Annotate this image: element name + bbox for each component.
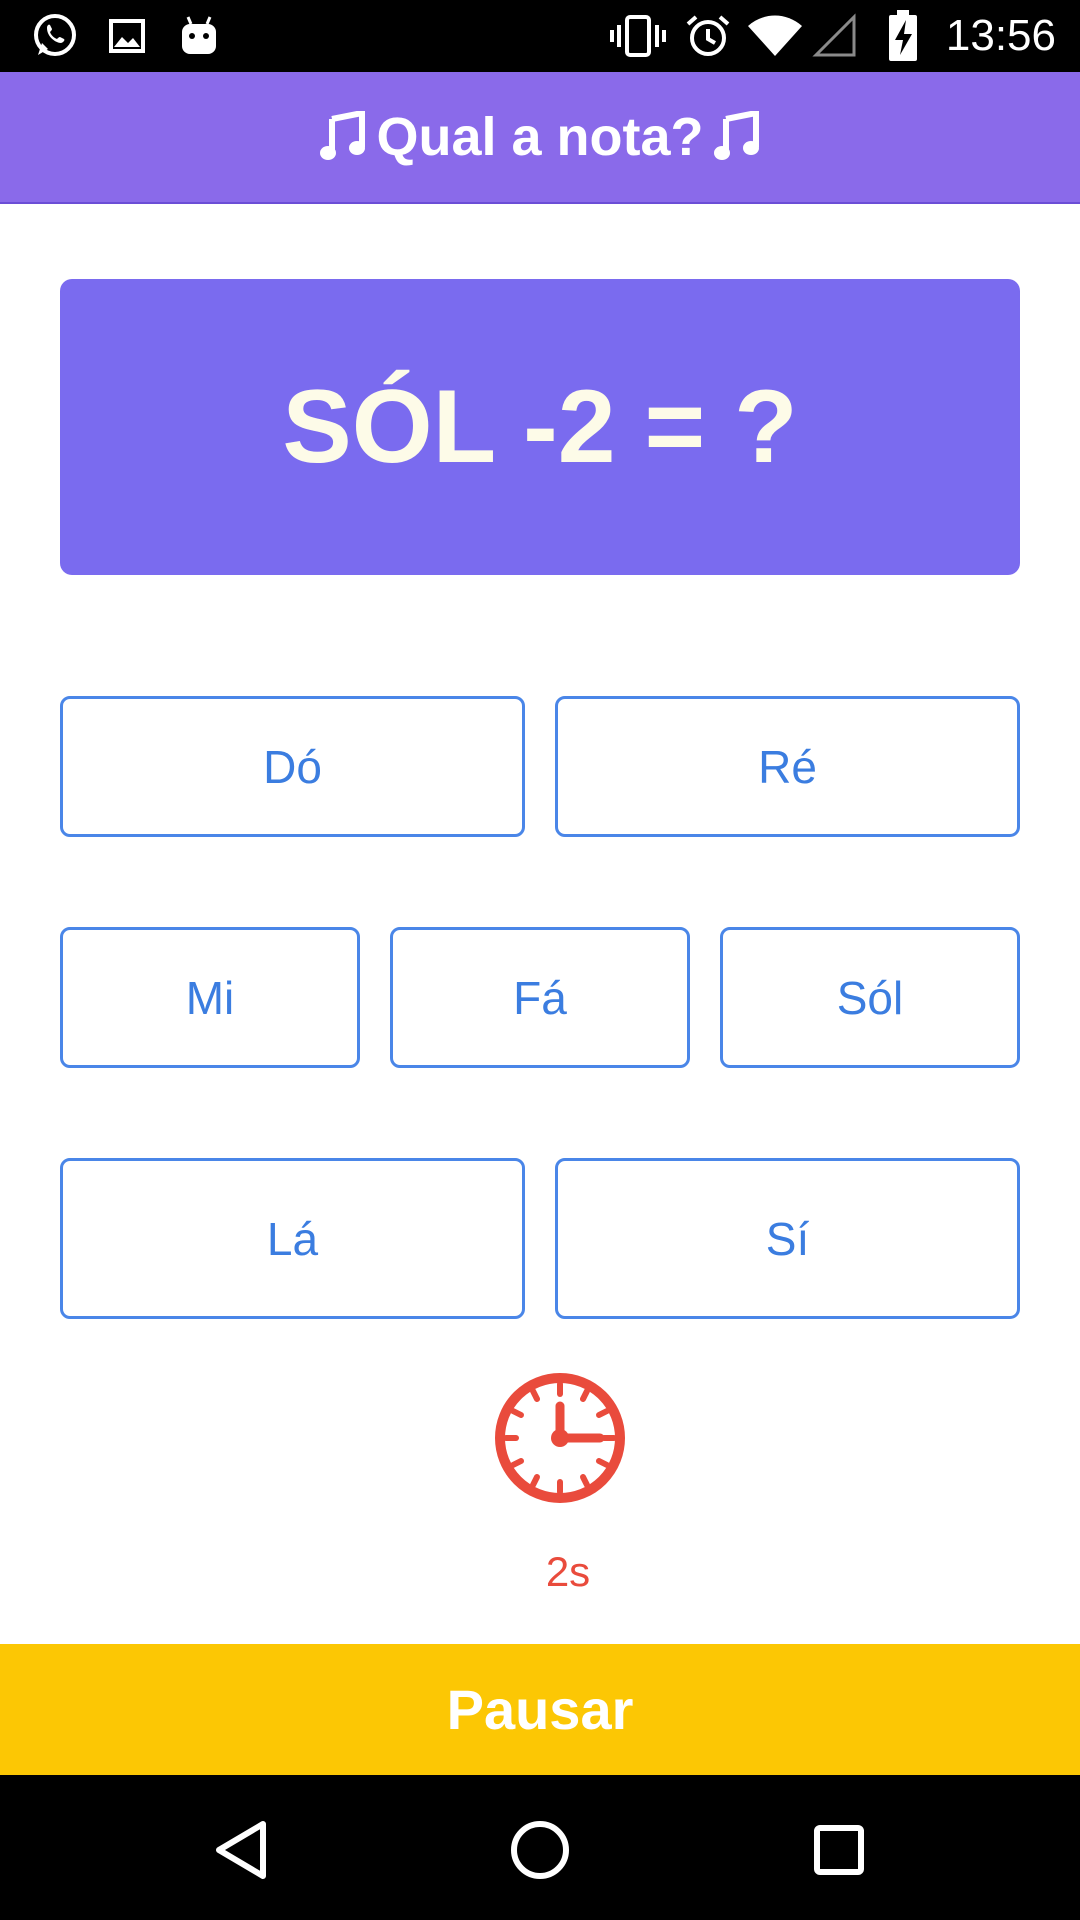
answer-button-mi[interactable]: Mi: [60, 927, 360, 1068]
pause-button[interactable]: Pausar: [0, 1644, 1080, 1775]
signal-icon: [812, 10, 858, 62]
status-time: 13:56: [945, 11, 1056, 60]
whatsapp-icon: [28, 10, 82, 62]
music-note-icon: [320, 111, 366, 163]
home-icon[interactable]: [495, 1805, 585, 1895]
timer-value: 2s: [545, 1548, 591, 1595]
answer-button-do[interactable]: Dó: [60, 696, 525, 837]
music-note-icon: [713, 111, 760, 163]
app-bar: Qual a nota?: [0, 72, 1080, 204]
answer-button-la[interactable]: Lá: [60, 1158, 525, 1319]
question-card: SÓL -2 = ?: [60, 279, 1020, 575]
answer-button-fa[interactable]: Fá: [390, 927, 690, 1068]
answer-button-si[interactable]: Sí: [555, 1158, 1020, 1319]
back-icon[interactable]: [196, 1805, 286, 1895]
clock-icon: [492, 1370, 628, 1506]
gallery-icon: [104, 10, 150, 62]
wifi-icon: [746, 10, 804, 62]
recents-icon[interactable]: [794, 1805, 884, 1895]
alarm-icon: [684, 10, 732, 62]
android-icon: [176, 10, 222, 62]
answer-button-sol[interactable]: Sól: [720, 927, 1020, 1068]
answer-button-re[interactable]: Ré: [555, 696, 1020, 837]
status-bar: 13:56: [0, 0, 1080, 72]
battery-charging-icon: [886, 10, 920, 62]
navigation-bar: [0, 1775, 1080, 1920]
question-text: SÓL -2 = ?: [282, 368, 798, 485]
app-title: Qual a nota?: [376, 107, 704, 167]
vibrate-icon: [610, 10, 666, 62]
